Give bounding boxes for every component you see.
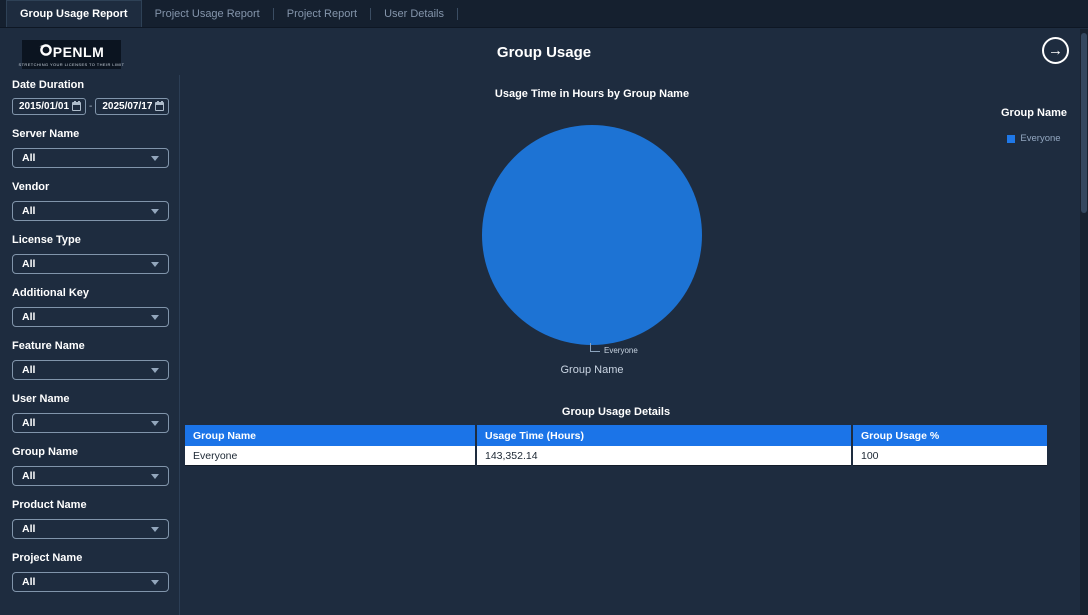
- chevron-down-icon: [151, 368, 159, 373]
- chevron-down-icon: [151, 527, 159, 532]
- logo-tagline: STRETCHING YOUR LICENSES TO THEIR LIMIT: [19, 62, 125, 67]
- tab-separator: [457, 8, 458, 20]
- chart-legend: Group Name Everyone: [980, 107, 1088, 144]
- start-date-value: 2015/01/01: [19, 101, 69, 112]
- filter-vendor: Vendor All: [12, 181, 179, 221]
- select-value: All: [22, 576, 35, 588]
- legend-title: Group Name: [980, 107, 1088, 119]
- next-arrow-button[interactable]: →: [1042, 37, 1069, 64]
- chevron-down-icon: [151, 156, 159, 161]
- date-duration-row: 2015/01/01 - 2025/07/17: [12, 98, 179, 115]
- filter-project-name: Project Name All: [12, 552, 179, 592]
- filter-group-name: Group Name All: [12, 446, 179, 486]
- chevron-down-icon: [151, 315, 159, 320]
- filter-feature-name: Feature Name All: [12, 340, 179, 380]
- filter-label: Server Name: [12, 128, 179, 141]
- chevron-down-icon: [151, 262, 159, 267]
- tab-project-report[interactable]: Project Report: [274, 0, 370, 27]
- table-title: Group Usage Details: [185, 406, 1047, 418]
- arrow-right-icon: →: [1048, 43, 1063, 58]
- legend-swatch-icon: [1007, 135, 1015, 143]
- date-range-separator: -: [89, 101, 92, 112]
- group-usage-report-page: Group Usage Report Project Usage Report …: [0, 0, 1088, 615]
- select-value: All: [22, 152, 35, 164]
- filter-license-type: License Type All: [12, 234, 179, 274]
- start-date-input[interactable]: 2015/01/01: [12, 98, 86, 115]
- filter-label: Feature Name: [12, 340, 179, 353]
- tab-group-usage-report[interactable]: Group Usage Report: [6, 0, 142, 27]
- filter-label: Group Name: [12, 446, 179, 459]
- project-name-select[interactable]: All: [12, 572, 169, 592]
- page-title: Group Usage: [0, 44, 1088, 61]
- pie-callout-line: [590, 343, 600, 352]
- pie-axis-label: Group Name: [180, 364, 1004, 376]
- pie-slice-label: Everyone: [604, 346, 638, 355]
- chevron-down-icon: [151, 421, 159, 426]
- chevron-down-icon: [151, 209, 159, 214]
- select-value: All: [22, 258, 35, 270]
- group-name-select[interactable]: All: [12, 466, 169, 486]
- license-type-select[interactable]: All: [12, 254, 169, 274]
- report-content: Usage Time in Hours by Group Name Everyo…: [180, 75, 1088, 615]
- select-value: All: [22, 205, 35, 217]
- feature-name-select[interactable]: All: [12, 360, 169, 380]
- cell-usage-time: 143,352.14: [477, 446, 851, 466]
- date-duration-label: Date Duration: [12, 79, 179, 92]
- filter-user-name: User Name All: [12, 393, 179, 433]
- calendar-icon: [72, 102, 81, 111]
- filter-label: Vendor: [12, 181, 179, 194]
- select-value: All: [22, 364, 35, 376]
- filter-label: License Type: [12, 234, 179, 247]
- table-header-row: Group Name Usage Time (Hours) Group Usag…: [185, 425, 1047, 446]
- server-name-select[interactable]: All: [12, 148, 169, 168]
- pie-chart-everyone-slice[interactable]: [482, 125, 702, 345]
- tab-user-details[interactable]: User Details: [371, 0, 457, 27]
- filter-label: Additional Key: [12, 287, 179, 300]
- chart-title: Usage Time in Hours by Group Name: [180, 88, 1004, 100]
- vertical-scrollbar[interactable]: [1080, 29, 1088, 615]
- cell-group-name: Everyone: [185, 446, 475, 466]
- group-usage-details-table: Group Name Usage Time (Hours) Group Usag…: [185, 425, 1047, 466]
- calendar-icon: [155, 102, 164, 111]
- product-name-select[interactable]: All: [12, 519, 169, 539]
- filter-label: Project Name: [12, 552, 179, 565]
- filter-product-name: Product Name All: [12, 499, 179, 539]
- legend-entry-label: Everyone: [1020, 133, 1060, 144]
- additional-key-select[interactable]: All: [12, 307, 169, 327]
- tab-project-usage-report[interactable]: Project Usage Report: [142, 0, 273, 27]
- end-date-value: 2025/07/17: [102, 101, 152, 112]
- legend-entry-everyone[interactable]: Everyone: [980, 133, 1088, 144]
- tab-bar: Group Usage Report Project Usage Report …: [0, 0, 1088, 28]
- table-row: Everyone 143,352.14 100: [185, 446, 1047, 466]
- filter-label: User Name: [12, 393, 179, 406]
- column-header-group-usage-pct[interactable]: Group Usage %: [853, 425, 1047, 446]
- report-header: PENLM STRETCHING YOUR LICENSES TO THEIR …: [0, 29, 1088, 75]
- select-value: All: [22, 417, 35, 429]
- filter-additional-key: Additional Key All: [12, 287, 179, 327]
- chevron-down-icon: [151, 580, 159, 585]
- vendor-select[interactable]: All: [12, 201, 169, 221]
- filter-server-name: Server Name All: [12, 128, 179, 168]
- column-header-group-name[interactable]: Group Name: [185, 425, 475, 446]
- filter-label: Product Name: [12, 499, 179, 512]
- select-value: All: [22, 523, 35, 535]
- cell-group-usage-pct: 100: [853, 446, 1047, 466]
- select-value: All: [22, 311, 35, 323]
- user-name-select[interactable]: All: [12, 413, 169, 433]
- select-value: All: [22, 470, 35, 482]
- column-header-usage-time[interactable]: Usage Time (Hours): [477, 425, 851, 446]
- scrollbar-thumb[interactable]: [1081, 33, 1087, 213]
- filter-panel: Date Duration 2015/01/01 - 2025/07/17 Se…: [0, 75, 180, 615]
- end-date-input[interactable]: 2025/07/17: [95, 98, 169, 115]
- chevron-down-icon: [151, 474, 159, 479]
